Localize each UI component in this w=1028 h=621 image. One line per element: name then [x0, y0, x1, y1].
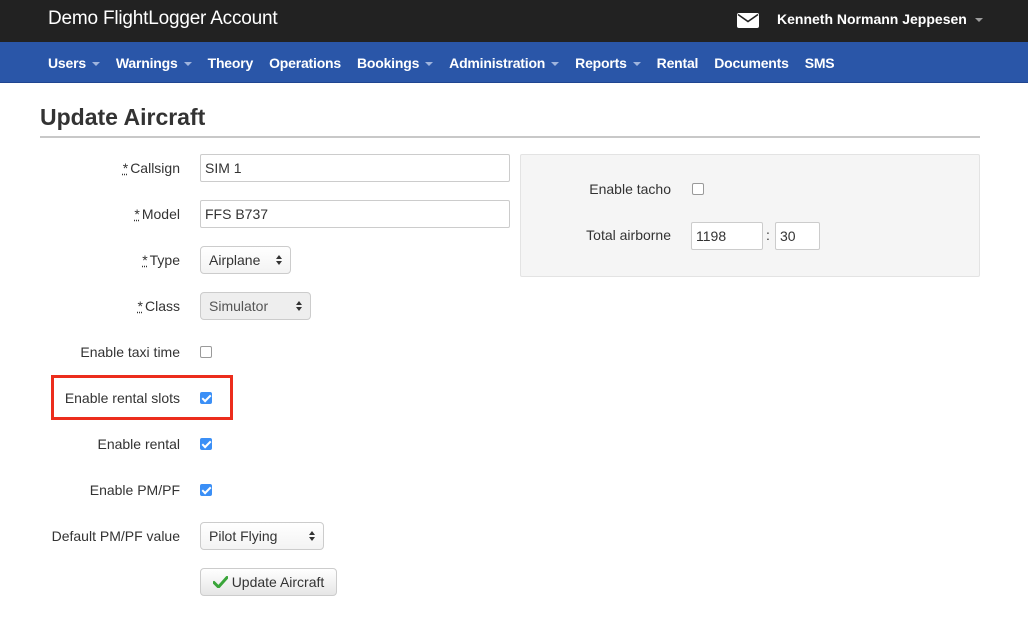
update-aircraft-button[interactable]: Update Aircraft	[200, 568, 337, 596]
type-select[interactable]: Airplane	[200, 246, 291, 274]
tacho-label: Enable tacho	[589, 181, 671, 197]
nav-item-label: Bookings	[356, 54, 420, 71]
nav-item-operations[interactable]: Operations	[269, 55, 341, 71]
callsign-label-text: Callsign	[130, 160, 180, 176]
nav-item-reports[interactable]: Reports	[575, 55, 641, 71]
nav-item-users[interactable]: Users	[48, 55, 100, 71]
class-select: Simulator	[200, 292, 311, 320]
taxi-time-checkbox[interactable]	[200, 346, 212, 358]
nav-item-label: Administration	[449, 54, 546, 71]
nav-item-warnings[interactable]: Warnings	[116, 55, 192, 71]
nav-item-label: Reports	[575, 54, 627, 71]
chevron-down-icon	[425, 61, 434, 66]
nav-item-rental[interactable]: Rental	[657, 55, 699, 71]
nav-item-label: Documents	[714, 54, 789, 71]
rental-label: Enable rental	[97, 436, 180, 452]
type-label: * Type	[0, 252, 180, 268]
type-label-text: Type	[149, 252, 180, 268]
time-separator: :	[766, 227, 770, 243]
tacho-checkbox[interactable]	[692, 183, 704, 195]
update-aircraft-label: Update Aircraft	[231, 574, 325, 590]
nav-item-label: Operations	[269, 54, 341, 71]
required-mark: *	[122, 160, 129, 176]
user-menu[interactable]: Kenneth Normann Jeppesen	[777, 11, 983, 27]
nav-item-label: Rental	[656, 54, 699, 71]
nav-item-sms[interactable]: SMS	[805, 55, 835, 71]
page-title: Update Aircraft	[40, 104, 206, 130]
rental-checkbox[interactable]	[200, 438, 212, 450]
nav-item-label: Users	[48, 54, 86, 71]
chevron-down-icon	[974, 18, 983, 22]
nav-item-documents[interactable]: Documents	[714, 54, 789, 71]
required-mark: *	[134, 206, 140, 222]
nav-item-label: Warnings	[115, 54, 178, 71]
total-airborne-label: Total airborne	[586, 227, 671, 243]
checkmark-icon	[212, 576, 228, 588]
nav-items: Users Warnings Theory Operations Booking…	[48, 42, 850, 83]
chevron-down-icon	[91, 61, 100, 66]
nav-item-theory[interactable]: Theory	[207, 54, 254, 71]
taxi-time-label: Enable taxi time	[80, 344, 180, 360]
pmpf-default-select[interactable]: Pilot Flying	[200, 522, 324, 550]
required-mark: *	[142, 252, 148, 268]
class-select-value: Simulator	[209, 298, 269, 314]
pmpf-default-label: Default PM/PF value	[51, 528, 180, 544]
nav-item-administration[interactable]: Administration	[449, 54, 560, 71]
user-name: Kenneth Normann Jeppesen	[777, 11, 967, 27]
callsign-label: * Callsign	[0, 160, 180, 176]
nav-item-label: Theory	[207, 54, 254, 71]
class-label-text: Class	[144, 298, 180, 314]
tacho-panel: Enable tacho Total airborne 1198 : 30	[520, 154, 980, 277]
title-divider	[40, 136, 980, 138]
select-arrows-icon	[296, 301, 302, 311]
nav-item-label: SMS	[804, 54, 835, 71]
main-navbar: Users Warnings Theory Operations Booking…	[0, 42, 1028, 83]
select-arrows-icon	[276, 255, 282, 265]
model-label-text: Model	[141, 206, 180, 222]
nav-item-bookings[interactable]: Bookings	[356, 54, 434, 71]
airborne-minutes-input[interactable]: 30	[775, 222, 820, 250]
chevron-down-icon	[183, 61, 192, 66]
chevron-down-icon	[551, 61, 560, 66]
class-label: * Class	[0, 298, 180, 314]
envelope-icon[interactable]	[737, 13, 759, 28]
airborne-hours-input[interactable]: 1198	[691, 222, 763, 250]
callsign-input[interactable]: SIM 1	[200, 154, 510, 182]
select-arrows-icon	[309, 531, 315, 541]
model-input[interactable]: FFS B737	[200, 200, 510, 228]
model-label: * Model	[0, 206, 180, 222]
chevron-down-icon	[632, 61, 641, 66]
pmpf-checkbox[interactable]	[200, 484, 212, 496]
top-bar: Demo FlightLogger Account Kenneth Norman…	[0, 0, 1028, 42]
pmpf-label: Enable PM/PF	[89, 482, 180, 498]
type-select-value: Airplane	[209, 252, 261, 268]
account-brand[interactable]: Demo FlightLogger Account	[48, 8, 278, 30]
pmpf-default-value: Pilot Flying	[209, 528, 278, 544]
required-mark: *	[137, 298, 143, 314]
rental-slots-label: Enable rental slots	[64, 390, 180, 406]
rental-slots-checkbox[interactable]	[200, 392, 212, 404]
